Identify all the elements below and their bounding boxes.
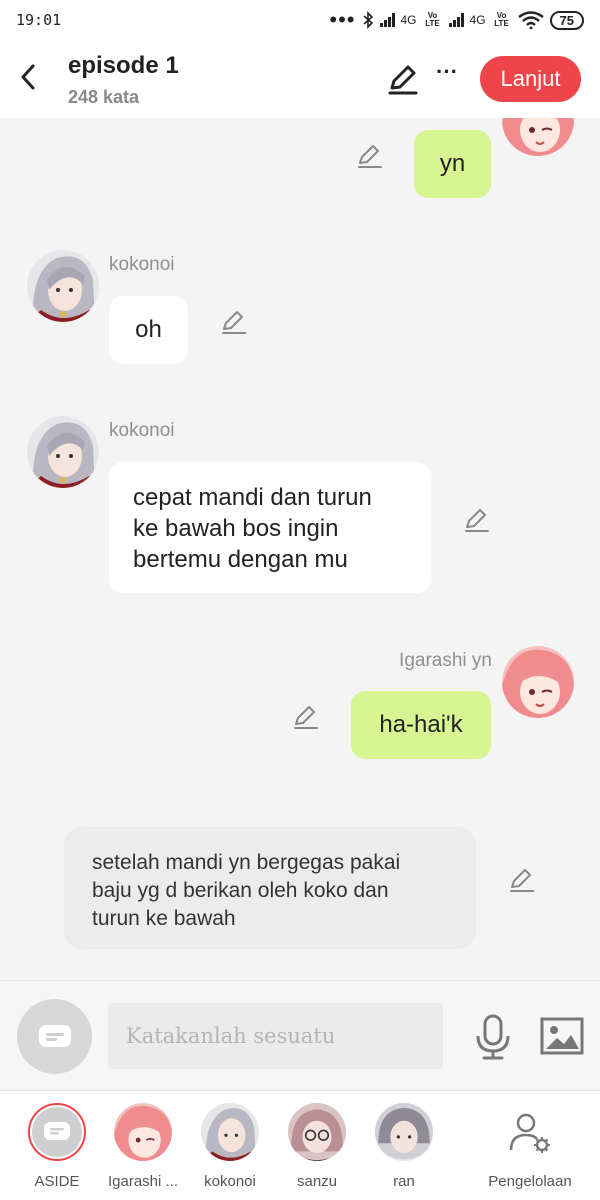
- pencil-icon: [388, 65, 418, 95]
- signal-icon: [379, 13, 395, 27]
- pencil-icon: [510, 869, 534, 892]
- avatar-igarashi: [502, 646, 574, 718]
- network-type-1: 4G: [400, 13, 417, 27]
- next-button[interactable]: Lanjut: [480, 56, 581, 102]
- back-button[interactable]: [14, 62, 42, 92]
- edit-message-button[interactable]: [508, 866, 536, 894]
- narration-bubble[interactable]: setelah mandi yn bergegas pakai baju yg …: [64, 827, 476, 949]
- more-options-button[interactable]: ···: [432, 61, 462, 92]
- avatar: [201, 1103, 259, 1161]
- volte-badge-1: Vo LTE: [425, 11, 440, 28]
- message-line: ke bawah bos ingin: [133, 515, 339, 542]
- pencil-icon: [222, 311, 246, 334]
- message-line: cepat mandi dan turun: [133, 484, 372, 511]
- status-time: 19:01: [16, 11, 62, 29]
- avatar: [375, 1103, 433, 1161]
- signal-icon-2: [448, 13, 464, 27]
- character-label: kokonoi: [204, 1173, 256, 1190]
- edit-message-button[interactable]: [356, 142, 384, 170]
- chat-mode-button[interactable]: [17, 999, 92, 1074]
- manage-characters-button[interactable]: Pengelolaan: [482, 1103, 578, 1190]
- edit-title-button[interactable]: [386, 62, 420, 96]
- character-aside[interactable]: ASIDE: [12, 1103, 102, 1190]
- status-bar: 19:01 ••• 4G Vo LTE 4G Vo LTE 75: [0, 0, 600, 40]
- avatar-igarashi: [502, 118, 574, 156]
- message-bubble[interactable]: cepat mandi dan turun ke bawah bos ingin…: [109, 462, 431, 593]
- more-notifications-icon: •••: [329, 7, 356, 32]
- speaker-name: kokonoi: [109, 420, 175, 441]
- message-input[interactable]: [108, 1003, 443, 1069]
- character-label: ran: [393, 1173, 415, 1190]
- status-indicators: ••• 4G Vo LTE 4G Vo LTE 75: [329, 7, 584, 32]
- volte-badge-2: Vo LTE: [494, 11, 509, 28]
- edit-message-button[interactable]: [463, 506, 491, 534]
- speaker-name: Igarashi yn: [399, 650, 492, 671]
- message-bubble[interactable]: yn: [414, 130, 491, 198]
- page-title: episode 1: [68, 52, 179, 79]
- bluetooth-icon: [362, 11, 373, 29]
- character-label: sanzu: [296, 1173, 338, 1190]
- microphone-icon: [476, 1014, 510, 1060]
- avatar-kokonoi: [27, 250, 99, 322]
- message-bubble[interactable]: ha-hai'k: [351, 691, 491, 759]
- edit-message-button[interactable]: [292, 703, 320, 731]
- character-igarashi[interactable]: Igarashi ...: [98, 1103, 188, 1190]
- wifi-icon: [517, 11, 544, 29]
- message-line: bertemu dengan mu: [133, 546, 348, 573]
- narration-line: turun ke bawah: [92, 907, 236, 930]
- pencil-icon: [465, 509, 489, 532]
- character-label: Igarashi ...: [107, 1173, 179, 1190]
- avatar-kokonoi: [27, 416, 99, 488]
- person-settings-icon: [501, 1103, 559, 1161]
- voice-input-button[interactable]: [474, 1014, 512, 1060]
- edit-message-button[interactable]: [220, 308, 248, 336]
- header: episode 1 248 kata ··· Lanjut: [0, 40, 600, 118]
- battery-indicator: 75: [549, 10, 584, 30]
- input-bar: [0, 980, 600, 1090]
- message-bubble[interactable]: oh: [109, 296, 188, 364]
- chat-bubble-icon: [44, 1122, 70, 1140]
- chat-area[interactable]: yn kokonoi oh kokonoi cepat mandi dan tu…: [0, 118, 600, 980]
- character-label: Pengelolaan: [488, 1173, 572, 1190]
- avatar: [114, 1103, 172, 1161]
- pencil-icon: [358, 145, 382, 168]
- character-kokonoi[interactable]: kokonoi: [185, 1103, 275, 1190]
- character-bar: ASIDE Igarashi ... kokonoi sanzu ran Pen…: [0, 1090, 600, 1200]
- insert-image-button[interactable]: [540, 1017, 584, 1055]
- character-ran[interactable]: ran: [359, 1103, 449, 1190]
- narration-line: setelah mandi yn bergegas pakai: [92, 851, 401, 874]
- chat-bubble-icon: [38, 1024, 71, 1047]
- speaker-name: kokonoi: [109, 254, 175, 275]
- pencil-icon: [294, 706, 318, 729]
- character-sanzu[interactable]: sanzu: [272, 1103, 362, 1190]
- aside-avatar: [28, 1103, 86, 1161]
- avatar: [288, 1103, 346, 1161]
- character-label: ASIDE: [34, 1173, 80, 1190]
- network-type-2: 4G: [469, 13, 486, 27]
- image-icon: [540, 1017, 584, 1055]
- narration-line: baju yg d berikan oleh koko dan: [92, 879, 389, 902]
- word-count: 248 kata: [68, 87, 140, 107]
- chevron-left-icon: [21, 64, 35, 90]
